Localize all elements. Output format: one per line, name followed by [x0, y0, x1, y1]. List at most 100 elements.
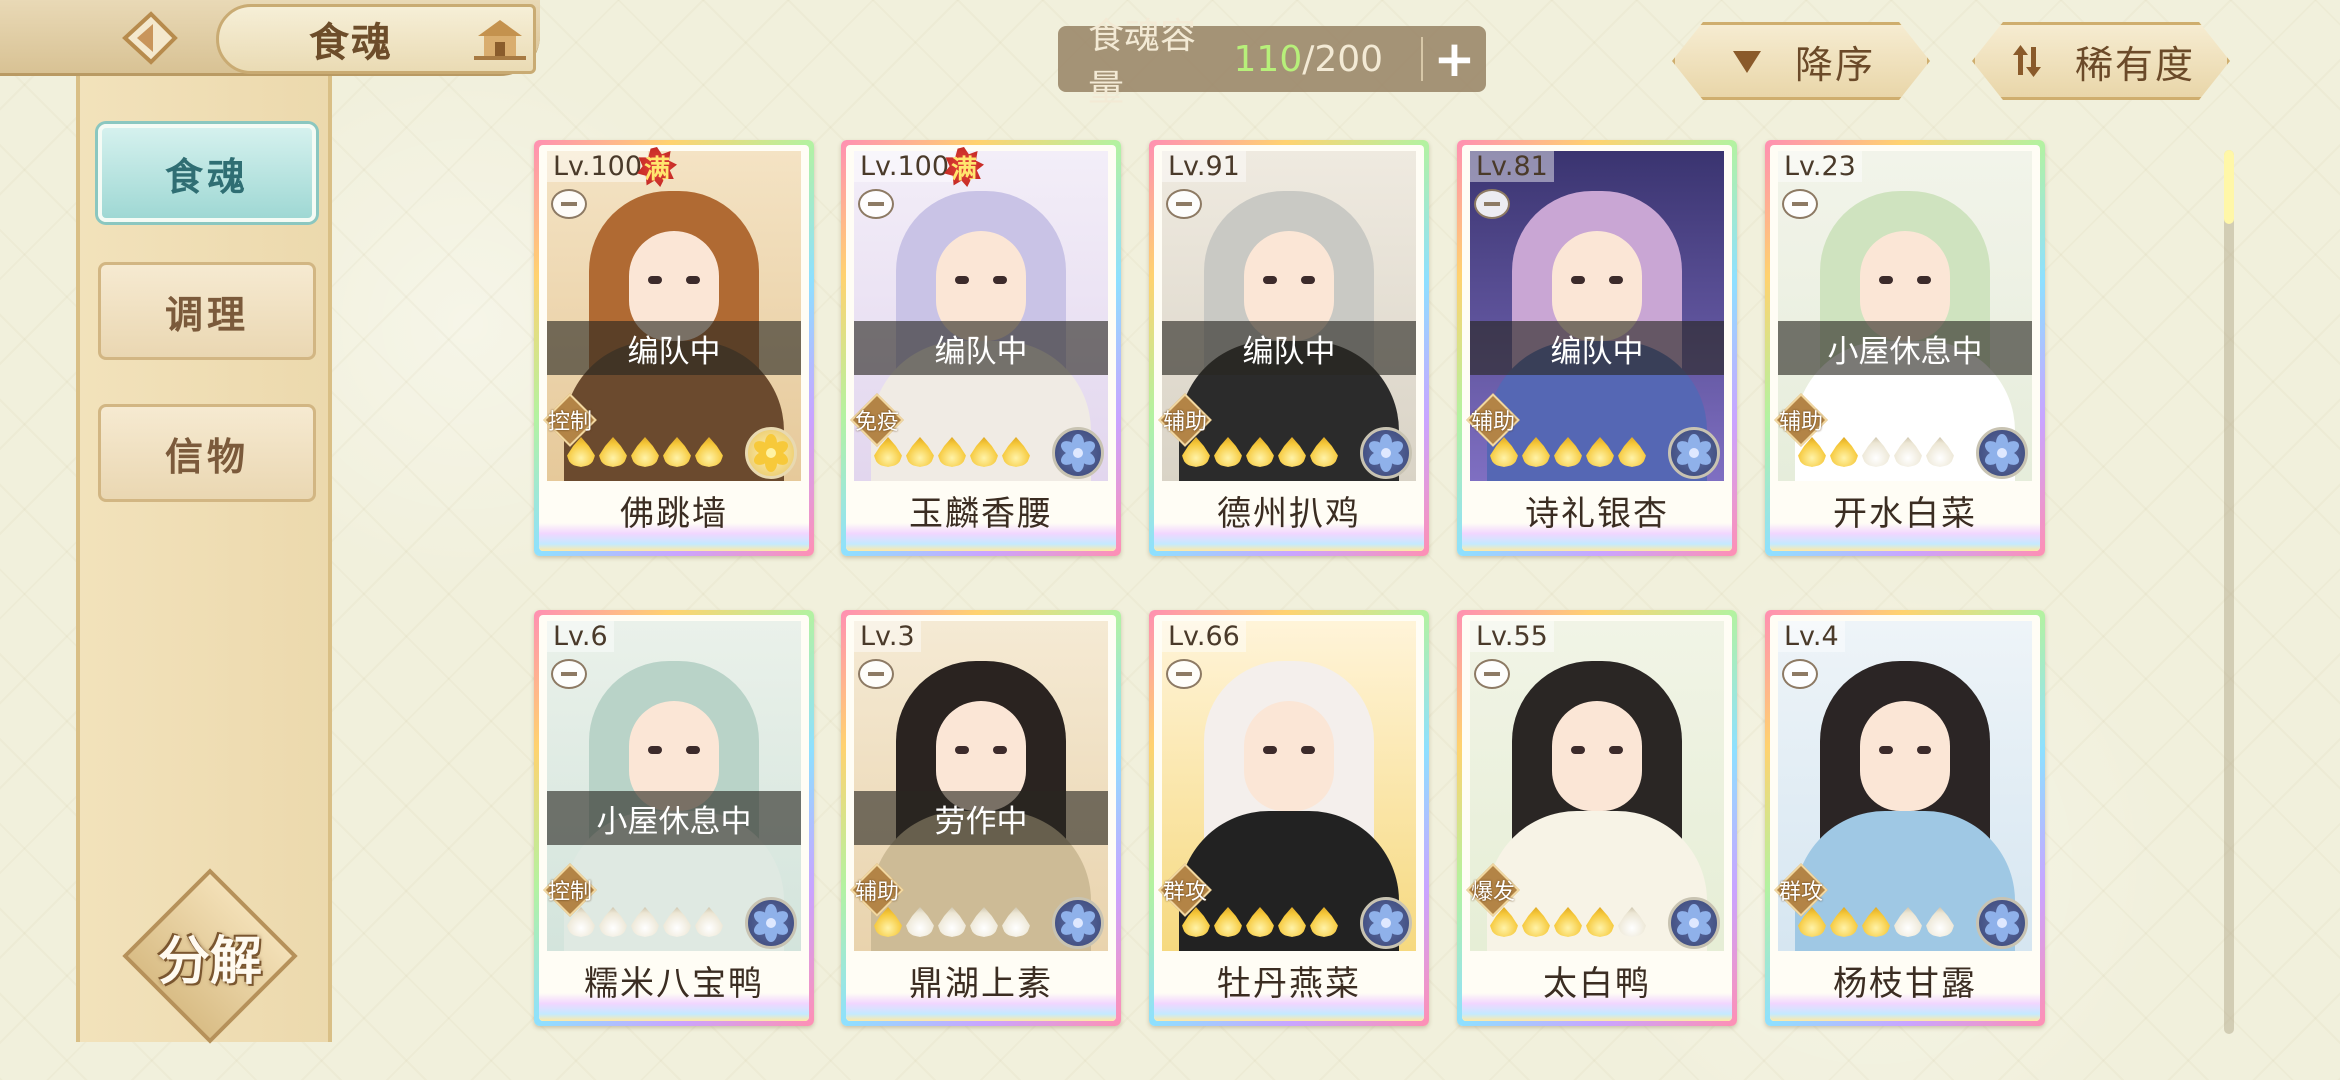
capacity-max: /200 — [1302, 38, 1384, 80]
lock-toggle-icon[interactable] — [551, 659, 587, 689]
rarity-flame-icon — [1798, 907, 1826, 937]
card-body: Lv.100 满 编队中 免疫 玉麟香腰 — [846, 145, 1116, 551]
scroll-thumb[interactable] — [2224, 150, 2234, 224]
tab-label: 调理 — [164, 292, 249, 337]
food-soul-card[interactable]: Lv.100 满 编队中 控制 佛跳墙 — [534, 140, 814, 556]
rarity-flames — [567, 907, 723, 937]
level-label: Lv.4 — [1778, 621, 1845, 652]
lock-toggle-icon[interactable] — [858, 189, 894, 219]
food-soul-card[interactable]: Lv.4 群攻 杨枝甘露 — [1765, 610, 2045, 1026]
rarity-flame-icon — [1618, 907, 1646, 937]
lock-toggle-icon[interactable] — [551, 189, 587, 219]
lock-toggle-icon[interactable] — [1782, 189, 1818, 219]
back-button[interactable] — [90, 6, 210, 70]
role-label: 免疫 — [854, 410, 899, 435]
rarity-flame-icon — [1490, 907, 1518, 937]
portrait-eye — [686, 746, 700, 754]
role-label: 群攻 — [1162, 880, 1207, 905]
rarity-flames — [874, 437, 1030, 467]
rarity-flame-icon — [874, 907, 902, 937]
sort-key-label: 稀有度 — [2074, 42, 2195, 87]
lock-toggle-icon[interactable] — [1474, 189, 1510, 219]
portrait-face — [1552, 701, 1642, 811]
character-name: 牡丹燕菜 — [1217, 963, 1361, 1004]
food-soul-card[interactable]: Lv.100 满 编队中 免疫 玉麟香腰 — [841, 140, 1121, 556]
lock-bar — [1176, 672, 1192, 676]
food-soul-card[interactable]: Lv.91 编队中 辅助 德州扒鸡 — [1149, 140, 1429, 556]
lock-toggle-icon[interactable] — [1474, 659, 1510, 689]
level-label: Lv.23 — [1778, 151, 1862, 182]
rarity-flame-icon — [970, 437, 998, 467]
sort-order-button[interactable]: 降序 — [1672, 22, 1930, 100]
lock-bar — [1484, 202, 1500, 206]
house-icon[interactable] — [470, 14, 530, 64]
rarity-flame-icon — [1214, 437, 1242, 467]
rarity-flame-icon — [1798, 437, 1826, 467]
tab-tokens[interactable]: 信物 — [98, 404, 316, 502]
lock-toggle-icon[interactable] — [1166, 659, 1202, 689]
decompose-button[interactable]: 分解 — [120, 866, 300, 1046]
food-soul-card[interactable]: Lv.55 爆发 太白鸭 — [1457, 610, 1737, 1026]
rarity-flames — [1490, 437, 1646, 467]
role-label: 爆发 — [1470, 880, 1515, 905]
name-bar: 牡丹燕菜 — [1154, 951, 1424, 1021]
name-bar: 开水白菜 — [1770, 481, 2040, 551]
flower-icon — [1984, 904, 2020, 942]
rarity-flame-icon — [1862, 907, 1890, 937]
lock-bar — [868, 672, 884, 676]
lock-toggle-icon[interactable] — [1782, 659, 1818, 689]
rarity-flame-icon — [1182, 907, 1210, 937]
rarity-flame-icon — [1310, 437, 1338, 467]
rarity-flame-icon — [599, 907, 627, 937]
level-label: Lv.3 — [854, 621, 921, 652]
food-soul-card[interactable]: Lv.66 群攻 牡丹燕菜 — [1149, 610, 1429, 1026]
food-soul-card[interactable]: Lv.81 编队中 辅助 诗礼银杏 — [1457, 140, 1737, 556]
capacity-panel: 食魂容量 110 /200 + — [1058, 16, 1486, 109]
flower-icon — [1060, 904, 1096, 942]
rarity-flame-icon — [1214, 907, 1242, 937]
sort-key-button[interactable]: 稀有度 — [1972, 22, 2230, 100]
status-banner: 小屋休息中 — [1778, 321, 2032, 375]
level-label: Lv.6 — [547, 621, 614, 652]
portrait-eye — [1263, 276, 1277, 284]
card-body: Lv.6 小屋休息中 控制 糯米八宝鸭 — [539, 615, 809, 1021]
back-arrow-icon — [122, 11, 178, 65]
character-name: 诗礼银杏 — [1525, 493, 1669, 534]
food-soul-card[interactable]: Lv.23 小屋休息中 辅助 开水白菜 — [1765, 140, 2045, 556]
rarity-flame-icon — [631, 907, 659, 937]
level-label: Lv.91 — [1162, 151, 1246, 182]
rarity-flame-icon — [1554, 907, 1582, 937]
portrait-face — [1860, 701, 1950, 811]
add-capacity-button[interactable]: + — [1423, 26, 1486, 92]
rarity-flame-icon — [1246, 907, 1274, 937]
food-soul-card[interactable]: Lv.6 小屋休息中 控制 糯米八宝鸭 — [534, 610, 814, 1026]
rarity-flame-icon — [567, 437, 595, 467]
flower-icon — [1984, 434, 2020, 472]
name-bar: 鼎湖上素 — [846, 951, 1116, 1021]
role-label: 群攻 — [1778, 880, 1823, 905]
portrait-eye — [1609, 276, 1623, 284]
rarity-flame-icon — [631, 437, 659, 467]
portrait-eye — [955, 746, 969, 754]
status-banner: 编队中 — [547, 321, 801, 375]
scrollbar[interactable] — [2224, 150, 2234, 1034]
lock-toggle-icon[interactable] — [1166, 189, 1202, 219]
card-body: Lv.23 小屋休息中 辅助 开水白菜 — [1770, 145, 2040, 551]
lock-bar — [1792, 672, 1808, 676]
blue-flower-icon — [1668, 897, 1720, 949]
tab-food-souls[interactable]: 食魂 — [98, 124, 316, 222]
blue-flower-icon — [1052, 427, 1104, 479]
character-name: 糯米八宝鸭 — [584, 963, 764, 1004]
food-soul-card[interactable]: Lv.3 劳作中 辅助 鼎湖上素 — [841, 610, 1121, 1026]
rarity-flames — [1798, 907, 1954, 937]
rarity-flame-icon — [906, 907, 934, 937]
tab-cooking[interactable]: 调理 — [98, 262, 316, 360]
rarity-flame-icon — [1618, 437, 1646, 467]
rarity-flame-icon — [1554, 437, 1582, 467]
lock-toggle-icon[interactable] — [858, 659, 894, 689]
blue-flower-icon — [1052, 897, 1104, 949]
level-label: Lv.55 — [1470, 621, 1554, 652]
role-label: 辅助 — [1778, 410, 1823, 435]
rarity-flame-icon — [695, 437, 723, 467]
status-banner: 劳作中 — [854, 791, 1108, 845]
